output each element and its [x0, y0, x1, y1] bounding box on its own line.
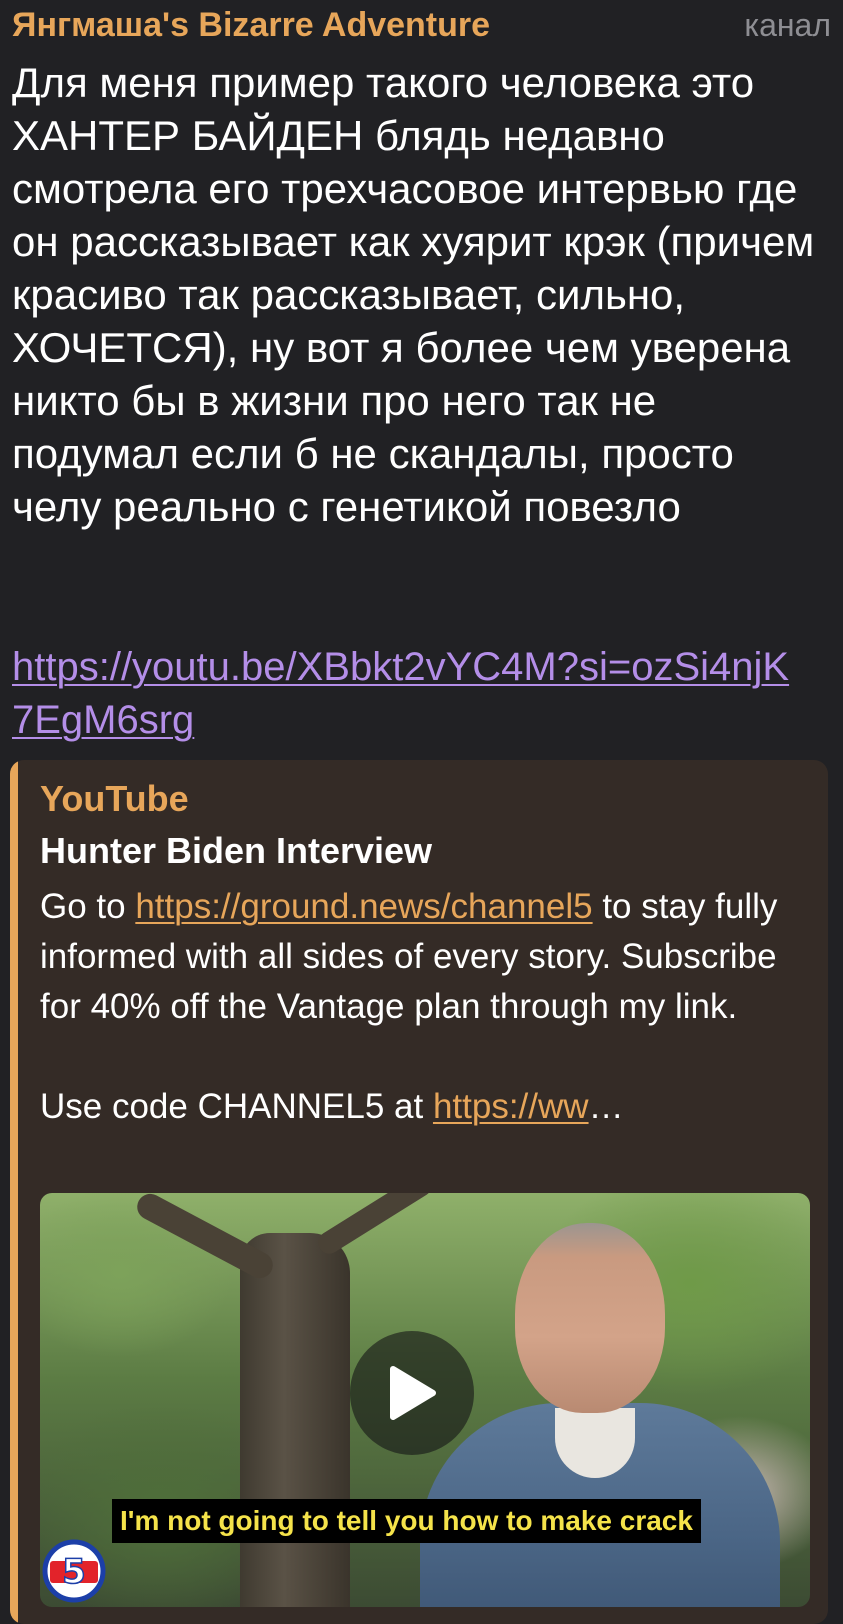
message-header: Янгмаша's Bizarre Adventure канал	[12, 0, 831, 50]
link-preview[interactable]: YouTube Hunter Biden Interview Go to htt…	[10, 760, 828, 1624]
preview-description: Go to https://ground.news/channel5 to st…	[40, 882, 800, 1132]
preview-desc-ellipsis: …	[588, 1087, 624, 1126]
preview-desc-text: Go to	[40, 887, 136, 926]
play-button[interactable]	[350, 1331, 474, 1455]
video-subtitle: I'm not going to tell you how to make cr…	[112, 1499, 701, 1543]
person-head	[515, 1223, 665, 1413]
preview-accent-bar	[10, 760, 18, 1624]
preview-title: Hunter Biden Interview	[40, 830, 433, 871]
thumbnail-tree	[240, 1233, 350, 1607]
play-icon	[390, 1366, 436, 1420]
thumbnail-branch	[314, 1193, 436, 1258]
preview-desc-text: Use code CHANNEL5 at	[40, 1087, 433, 1126]
preview-site-name: YouTube	[40, 778, 189, 819]
message-link[interactable]: https://youtu.be/XBbkt2vYC4M?si=ozSi4njK…	[12, 641, 802, 747]
channel5-logo-icon: 5	[42, 1539, 106, 1603]
video-thumbnail[interactable]: I'm not going to tell you how to make cr…	[40, 1193, 810, 1607]
channel-name[interactable]: Янгмаша's Bizarre Adventure	[12, 6, 490, 45]
channel5-logo-text: 5	[62, 1552, 86, 1592]
preview-desc-link[interactable]: https://ground.news/channel5	[135, 887, 592, 926]
thumbnail-person	[420, 1203, 780, 1607]
message-text: Для меня пример такого человека это ХАНТ…	[12, 59, 826, 530]
preview-desc-link[interactable]: https://ww	[433, 1087, 589, 1126]
channel-tag: канал	[744, 6, 831, 43]
